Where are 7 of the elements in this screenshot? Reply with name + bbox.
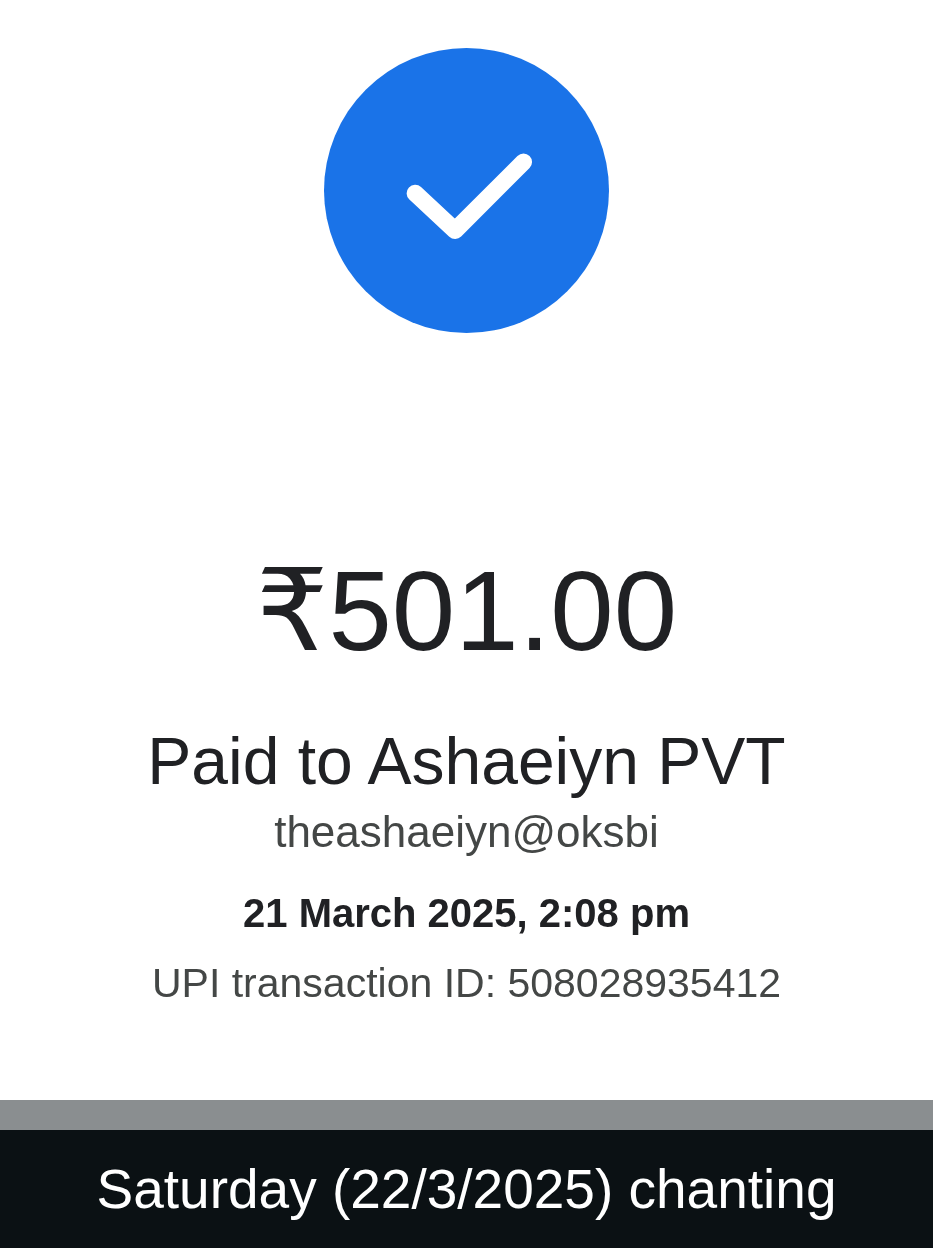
upi-id: theashaeiyn@oksbi [274,806,659,858]
transaction-id: UPI transaction ID: 508028935412 [151,958,782,1008]
success-check-icon [324,48,609,333]
payment-amount: ₹501.00 [255,548,678,674]
caption-text: Saturday (22/3/2025) chanting [0,1130,933,1248]
payee-name: Paid to Ashaeiyn PVT [147,725,786,798]
payment-datetime: 21 March 2025, 2:08 pm [243,889,690,937]
